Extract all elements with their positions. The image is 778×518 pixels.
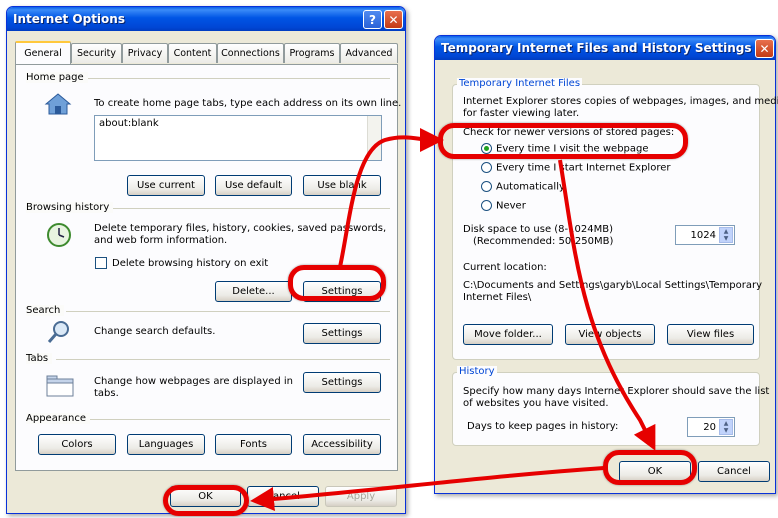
history-description-1: Specify how many days Internet Explorer … — [463, 386, 770, 397]
tab-general[interactable]: General — [15, 41, 71, 64]
view-objects-button[interactable]: View objects — [565, 324, 655, 345]
languages-button[interactable]: Languages — [127, 434, 205, 455]
tab-connections[interactable]: Connections — [217, 43, 284, 63]
spin-up-icon[interactable]: ▲ — [724, 420, 729, 427]
spin-down-icon[interactable]: ▼ — [724, 427, 729, 434]
general-tab-panel: Home page To create home page tabs, type… — [15, 64, 402, 471]
tif-group-label: Temporary Internet Files — [457, 78, 583, 89]
cancel-button[interactable]: Cancel — [247, 486, 319, 507]
radio-every-visit-label: Every time I visit the webpage — [496, 143, 649, 155]
appearance-heading: Appearance — [26, 413, 91, 424]
home-page-url-field[interactable]: about:blank — [94, 115, 382, 161]
divider — [86, 419, 390, 420]
history-group-label: History — [457, 366, 497, 377]
radio-automatically[interactable]: Automatically — [481, 181, 565, 193]
delete-on-exit-label: Delete browsing history on exit — [112, 258, 269, 269]
settings-close-icon[interactable]: ✕ — [755, 39, 774, 58]
tabs-heading: Tabs — [26, 353, 53, 364]
internet-options-window: Internet Options ? ✕ General Security Pr… — [6, 6, 406, 514]
browsing-history-description-2: and web form information. — [94, 235, 228, 246]
radio-never-label: Never — [496, 200, 526, 212]
radio-every-start[interactable]: Every time I start Internet Explorer — [481, 162, 671, 174]
history-clock-icon — [46, 222, 72, 248]
fonts-button[interactable]: Fonts — [215, 434, 292, 455]
tab-security[interactable]: Security — [71, 43, 122, 63]
divider — [66, 311, 390, 312]
home-icon — [44, 92, 72, 116]
spinner-arrows-icon[interactable]: ▲ ▼ — [719, 227, 733, 243]
days-to-keep-value: 20 — [703, 421, 716, 433]
search-heading: Search — [26, 305, 65, 316]
home-page-url-value: about:blank — [99, 118, 159, 129]
current-location-label: Current location: — [463, 262, 547, 273]
divider — [56, 359, 390, 360]
spin-up-icon[interactable]: ▲ — [724, 228, 729, 235]
radio-never[interactable]: Never — [481, 200, 526, 212]
divider — [106, 208, 390, 209]
browsing-history-settings-button[interactable]: Settings — [303, 281, 381, 302]
disk-space-label-1: Disk space to use (8-1024MB) — [463, 224, 613, 235]
home-page-heading: Home page — [26, 72, 88, 83]
delete-on-exit-checkbox[interactable] — [95, 257, 107, 269]
radio-automatically-label: Automatically — [496, 181, 565, 193]
radio-button[interactable] — [481, 181, 492, 192]
radio-every-visit[interactable]: Every time I visit the webpage — [481, 143, 649, 155]
magnifier-icon — [46, 319, 72, 345]
temp-files-titlebar: Temporary Internet Files and History Set… — [435, 36, 775, 60]
tabs-settings-button[interactable]: Settings — [303, 372, 381, 393]
accessibility-button[interactable]: Accessibility — [303, 434, 381, 455]
move-folder-button[interactable]: Move folder... — [463, 324, 553, 345]
current-location-path-1: C:\Documents and Settings\garyb\Local Se… — [463, 280, 763, 291]
use-default-button[interactable]: Use default — [215, 175, 292, 196]
tabs-description-2: tabs. — [94, 388, 119, 399]
spin-down-icon[interactable]: ▼ — [724, 235, 729, 242]
tabs-description-1: Change how webpages are displayed in — [94, 376, 293, 387]
history-description-2: of websites you have visited. — [463, 398, 609, 409]
tab-content[interactable]: Content — [168, 43, 217, 63]
disk-space-label-2: (Recommended: 50-250MB) — [473, 236, 614, 247]
use-current-button[interactable]: Use current — [127, 175, 205, 196]
browsing-history-description-1: Delete temporary files, history, cookies… — [94, 223, 387, 234]
tif-description-1: Internet Explorer stores copies of webpa… — [463, 96, 778, 107]
temp-files-settings-window: Temporary Internet Files and History Set… — [434, 35, 778, 494]
home-page-description: To create home page tabs, type each addr… — [94, 98, 402, 109]
current-location-path-2: Internet Files\ — [463, 292, 532, 303]
settings-window-title: Temporary Internet Files and History Set… — [441, 41, 752, 55]
tif-description-2: for faster viewing later. — [463, 108, 580, 119]
days-to-keep-spinner[interactable]: 20 ▲ ▼ — [687, 417, 735, 437]
disk-space-spinner[interactable]: 1024 ▲ ▼ — [675, 225, 735, 245]
radio-button[interactable] — [481, 200, 492, 211]
radio-every-start-label: Every time I start Internet Explorer — [496, 162, 671, 174]
use-blank-button[interactable]: Use blank — [303, 175, 381, 196]
browsing-history-heading: Browsing history — [26, 202, 114, 213]
internet-options-titlebar: Internet Options ? ✕ — [7, 7, 405, 31]
tabs-window-icon — [46, 375, 74, 397]
view-files-button[interactable]: View files — [667, 324, 754, 345]
disk-space-value: 1024 — [690, 229, 716, 241]
tab-privacy[interactable]: Privacy — [122, 43, 168, 63]
ok-button[interactable]: OK — [170, 486, 241, 507]
settings-cancel-button[interactable]: Cancel — [698, 461, 770, 482]
delete-button[interactable]: Delete... — [215, 281, 292, 302]
url-scrollbar[interactable] — [367, 116, 381, 160]
spinner-arrows-icon[interactable]: ▲ ▼ — [719, 419, 733, 435]
radio-button-selected[interactable] — [481, 143, 492, 154]
tab-strip: General Security Privacy Content Connect… — [15, 41, 399, 65]
window-title: Internet Options — [13, 12, 125, 26]
search-description: Change search defaults. — [94, 326, 216, 337]
divider — [76, 78, 390, 79]
help-icon[interactable]: ? — [363, 10, 382, 29]
radio-button[interactable] — [481, 162, 492, 173]
tab-programs[interactable]: Programs — [284, 43, 340, 63]
tif-group — [452, 84, 760, 360]
colors-button[interactable]: Colors — [38, 434, 116, 455]
close-icon[interactable]: ✕ — [384, 10, 403, 29]
tab-advanced[interactable]: Advanced — [340, 43, 398, 63]
check-newer-label: Check for newer versions of stored pages… — [463, 127, 675, 138]
settings-ok-button[interactable]: OK — [619, 461, 691, 482]
apply-button: Apply — [325, 486, 397, 507]
search-settings-button[interactable]: Settings — [303, 323, 381, 344]
days-to-keep-label: Days to keep pages in history: — [467, 421, 619, 432]
